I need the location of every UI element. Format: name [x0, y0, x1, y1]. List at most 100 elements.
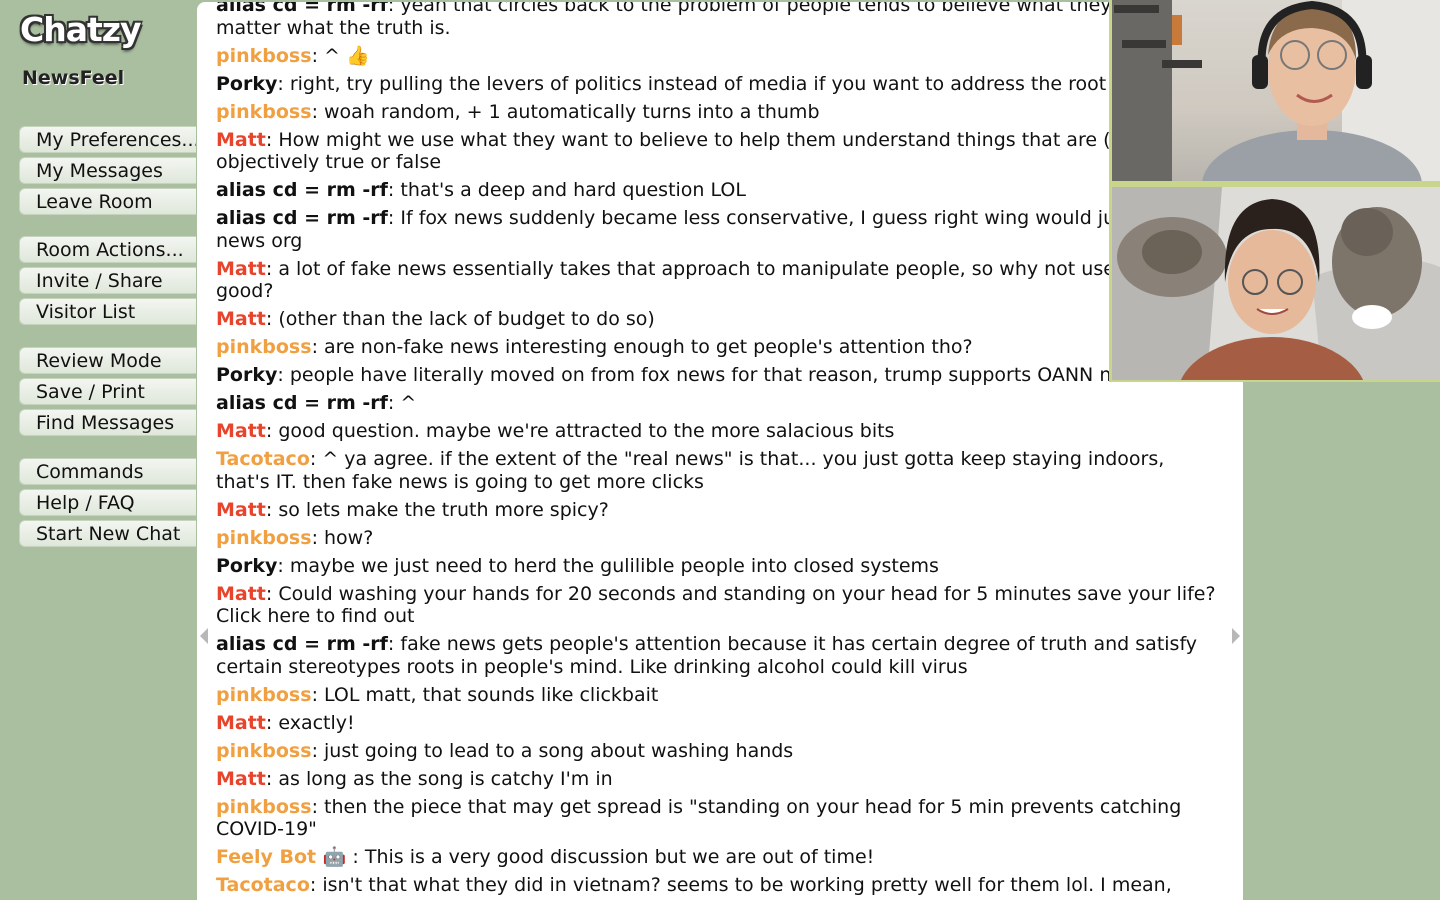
message-separator: :: [277, 72, 290, 95]
message-separator: :: [387, 207, 401, 229]
message-author[interactable]: Matt: [216, 712, 266, 734]
message-separator: :: [265, 420, 279, 442]
message-separator: :: [387, 2, 401, 16]
room-name: NewsFeel: [22, 67, 125, 89]
message-author[interactable]: pinkboss: [216, 45, 312, 67]
chat-message: Matt: as long as the song is catchy I'm …: [216, 768, 1223, 791]
chat-message: alias cd = rm -rf: yeah that circles bac…: [216, 2, 1223, 39]
chat-message: pinkboss: ^ 👍: [216, 45, 1223, 68]
message-separator: :: [311, 795, 325, 818]
message-author[interactable]: Feely Bot 🤖: [216, 846, 346, 868]
message-separator: :: [265, 582, 279, 605]
invite-share-button[interactable]: Invite / Share: [19, 267, 196, 294]
message-author[interactable]: Porky: [216, 364, 277, 386]
message-author[interactable]: Matt: [216, 420, 266, 442]
message-text: so lets make the truth more spicy?: [278, 498, 609, 521]
save-print-button[interactable]: Save / Print: [19, 378, 196, 405]
collapse-left-arrow-icon[interactable]: [200, 628, 208, 644]
message-separator: :: [311, 683, 325, 706]
message-text: Could washing your hands for 20 seconds …: [216, 582, 1216, 628]
video-feed-participant-1[interactable]: [1112, 0, 1440, 181]
message-author[interactable]: alias cd = rm -rf: [216, 179, 388, 201]
collapse-right-arrow-icon[interactable]: [1232, 628, 1240, 644]
message-separator: :: [277, 364, 290, 386]
message-text: (other than the lack of budget to do so): [278, 308, 655, 330]
message-author[interactable]: Matt: [216, 308, 266, 330]
message-text: people have literally moved on from fox …: [289, 364, 1139, 386]
message-author[interactable]: alias cd = rm -rf: [216, 392, 388, 414]
message-text: woah random, + 1 automatically turns int…: [324, 100, 820, 123]
message-author[interactable]: Tacotaco: [216, 874, 310, 896]
message-text: How might we use what they want to belie…: [216, 128, 1182, 174]
message-separator: :: [265, 498, 279, 521]
message-author[interactable]: alias cd = rm -rf: [216, 2, 388, 16]
message-author[interactable]: pinkboss: [216, 796, 312, 818]
chat-message: Matt: so lets make the truth more spicy?: [216, 499, 1223, 522]
message-separator: :: [265, 308, 279, 330]
message-author[interactable]: Matt: [216, 129, 266, 151]
menu-group-room: Room Actions... Invite / Share Visitor L…: [19, 236, 196, 329]
chat-message: alias cd = rm -rf: ^: [216, 392, 1223, 415]
message-author[interactable]: Matt: [216, 583, 266, 605]
message-text: ^ 👍: [324, 44, 370, 67]
message-separator: :: [311, 336, 325, 358]
leave-room-button[interactable]: Leave Room: [19, 188, 196, 215]
chat-message-panel[interactable]: alias cd = rm -rf: yeah that circles bac…: [197, 2, 1243, 900]
message-separator: :: [311, 739, 325, 762]
chat-message: Porky: maybe we just need to herd the gu…: [216, 555, 1223, 578]
find-messages-button[interactable]: Find Messages: [19, 409, 196, 436]
chat-message: pinkboss: just going to lead to a song a…: [216, 740, 1223, 763]
message-text: a lot of fake news essentially takes tha…: [216, 257, 1188, 303]
message-separator: :: [311, 44, 325, 67]
message-text: exactly!: [278, 711, 355, 734]
message-text: This is a very good discussion but we ar…: [364, 846, 875, 868]
message-author[interactable]: Matt: [216, 768, 266, 790]
message-text: good question. maybe we're attracted to …: [278, 420, 895, 442]
start-new-chat-button[interactable]: Start New Chat: [19, 520, 196, 547]
message-author[interactable]: Matt: [216, 499, 266, 521]
message-text: ^ ya agree. if the extent of the "real n…: [216, 448, 1165, 493]
message-text: right, try pulling the levers of politic…: [289, 72, 1168, 95]
message-author[interactable]: Tacotaco: [216, 448, 310, 470]
message-author[interactable]: Matt: [216, 258, 266, 280]
chat-message: pinkboss: then the piece that may get sp…: [216, 796, 1223, 841]
message-separator: :: [346, 846, 365, 868]
room-actions-button[interactable]: Room Actions...: [19, 236, 196, 263]
message-text: how?: [324, 526, 374, 549]
app-logo[interactable]: Chatzy: [20, 10, 141, 49]
chat-message: Tacotaco: ^ ya agree. if the extent of t…: [216, 448, 1223, 493]
message-author[interactable]: pinkboss: [216, 527, 312, 549]
menu-group-review: Review Mode Save / Print Find Messages: [19, 347, 196, 440]
message-author[interactable]: alias cd = rm -rf: [216, 207, 388, 229]
message-author[interactable]: pinkboss: [216, 336, 312, 358]
chat-message: Tacotaco: isn't that what they did in vi…: [216, 874, 1223, 900]
message-author[interactable]: Porky: [216, 73, 277, 95]
chat-message: pinkboss: woah random, + 1 automatically…: [216, 101, 1223, 124]
message-text: ^: [400, 392, 417, 414]
message-separator: :: [265, 128, 279, 151]
message-author[interactable]: alias cd = rm -rf: [216, 633, 388, 655]
message-author[interactable]: pinkboss: [216, 684, 312, 706]
message-author[interactable]: pinkboss: [216, 101, 312, 123]
message-author[interactable]: Porky: [216, 555, 277, 577]
chat-message: Feely Bot 🤖 : This is a very good discus…: [216, 846, 1223, 869]
message-text: then the piece that may get spread is "s…: [216, 795, 1182, 841]
chat-message: alias cd = rm -rf: that's a deep and har…: [216, 179, 1223, 202]
message-author[interactable]: pinkboss: [216, 740, 312, 762]
menu-group-account: My Preferences... My Messages Leave Room: [19, 126, 196, 219]
message-text: as long as the song is catchy I'm in: [278, 767, 613, 790]
my-preferences-button[interactable]: My Preferences...: [19, 126, 196, 153]
review-mode-button[interactable]: Review Mode: [19, 347, 196, 374]
message-separator: :: [309, 874, 323, 896]
message-text: that's a deep and hard question LOL: [400, 179, 746, 201]
chat-message: pinkboss: how?: [216, 527, 1223, 550]
my-messages-button[interactable]: My Messages: [19, 157, 196, 184]
visitor-list-button[interactable]: Visitor List: [19, 298, 196, 325]
message-separator: :: [309, 448, 323, 470]
chat-message: Porky: people have literally moved on fr…: [216, 364, 1223, 387]
help-faq-button[interactable]: Help / FAQ: [19, 489, 196, 516]
chat-message: pinkboss: are non-fake news interesting …: [216, 336, 1223, 359]
video-feed-participant-2[interactable]: [1112, 187, 1440, 380]
commands-button[interactable]: Commands: [19, 458, 196, 485]
chat-message: alias cd = rm -rf: fake news gets people…: [216, 633, 1223, 678]
